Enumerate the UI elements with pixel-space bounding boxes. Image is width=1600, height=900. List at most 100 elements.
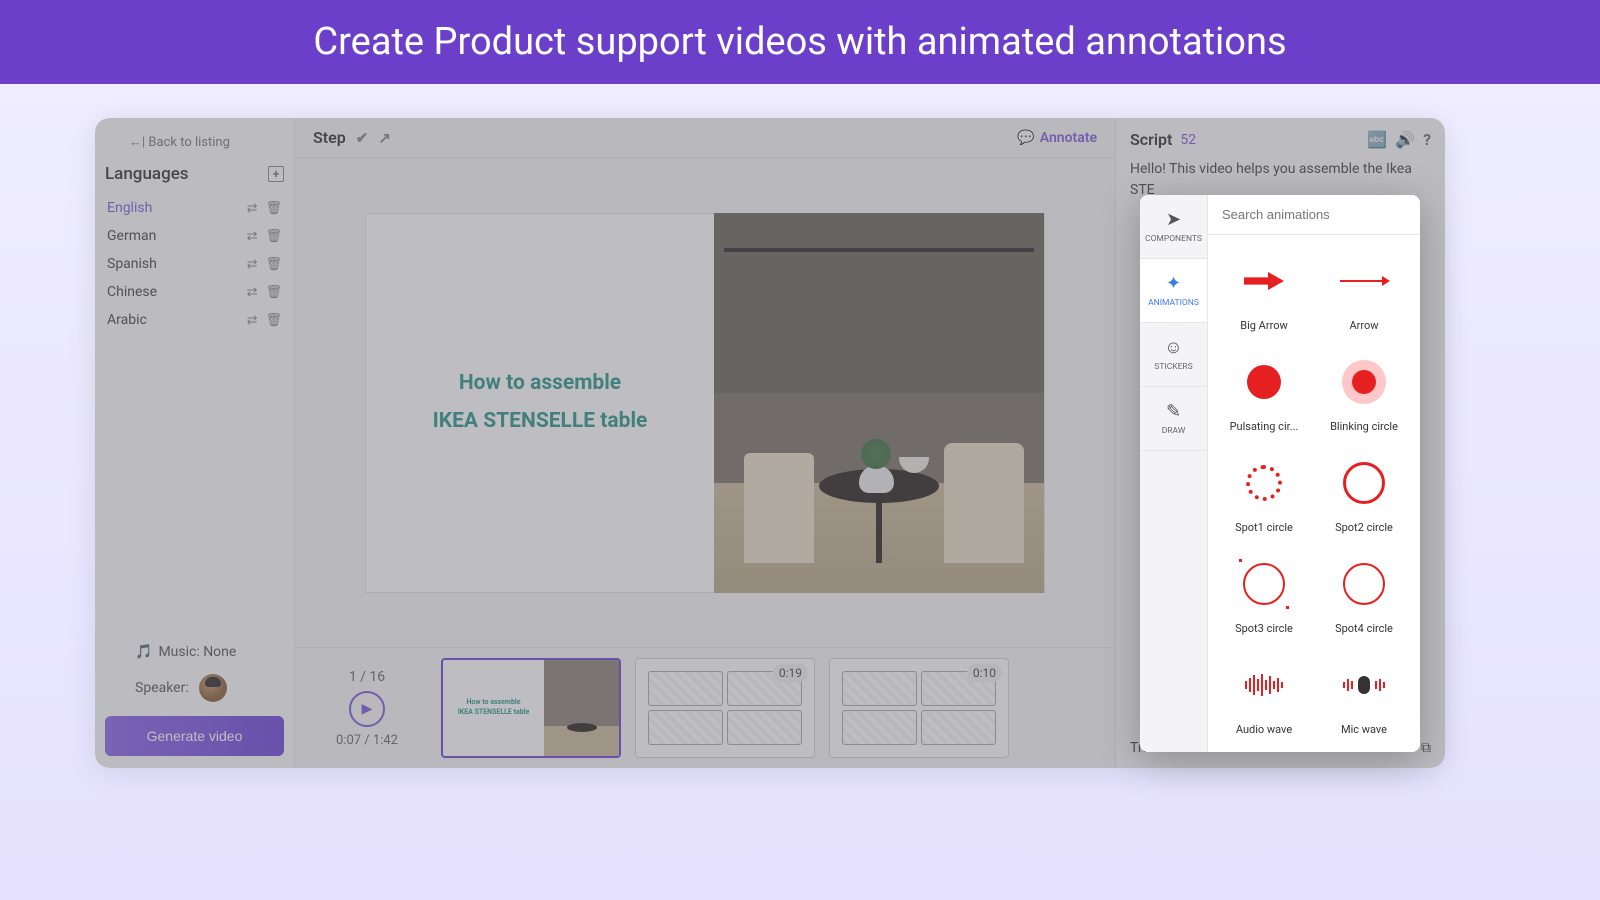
spot2-circle-icon xyxy=(1343,462,1385,504)
sound-icon[interactable]: 🔊 xyxy=(1395,130,1415,149)
annotate-label: Annotate xyxy=(1040,130,1097,146)
annotation-spot1-circle[interactable]: Spot1 circle xyxy=(1216,445,1312,542)
translate-icon[interactable]: ⇄ xyxy=(247,229,258,244)
annotation-audio-wave[interactable]: Audio wave xyxy=(1216,647,1312,744)
translate-icon[interactable]: ⇄ xyxy=(247,285,258,300)
tab-components[interactable]: ➤ COMPONENTS xyxy=(1140,195,1207,259)
trash-icon[interactable]: 🗑 xyxy=(265,257,282,272)
timeline-thumb-2[interactable]: 0:19 xyxy=(635,658,815,758)
pen-icon: ✎ xyxy=(1144,401,1203,422)
banner-title: Create Product support videos with anima… xyxy=(313,20,1286,64)
timeline-thumb-3[interactable]: 0:10 xyxy=(829,658,1009,758)
annotation-label: Mic wave xyxy=(1341,723,1387,736)
time-display: 0:07 / 1:42 xyxy=(307,733,427,748)
tab-stickers[interactable]: ☺ STICKERS xyxy=(1140,323,1207,387)
trash-icon[interactable]: 🗑 xyxy=(265,229,282,244)
translate-icon[interactable]: 🔤 xyxy=(1367,130,1387,149)
annotations-panel: ➤ COMPONENTS ✦ ANIMATIONS ☺ STICKERS ✎ D… xyxy=(1140,195,1420,752)
language-label: Spanish xyxy=(107,256,157,272)
thumb-duration: 0:10 xyxy=(967,664,1002,682)
cursor-icon: ➤ xyxy=(1144,209,1203,230)
annotation-big-arrow[interactable]: Big Arrow xyxy=(1216,243,1312,340)
generate-video-button[interactable]: Generate video xyxy=(105,716,284,756)
smile-icon: ☺ xyxy=(1144,337,1203,358)
language-item-german[interactable]: German ⇄ 🗑 xyxy=(105,222,284,250)
annotations-grid: Big Arrow Arrow Pulsating cir... Blinkin… xyxy=(1208,235,1420,752)
trash-icon[interactable]: 🗑 xyxy=(265,313,282,328)
translate-icon[interactable]: ⇄ xyxy=(247,257,258,272)
tab-label: COMPONENTS xyxy=(1145,234,1202,244)
annotations-tabs: ➤ COMPONENTS ✦ ANIMATIONS ☺ STICKERS ✎ D… xyxy=(1140,195,1208,752)
language-label: Chinese xyxy=(107,284,157,300)
tab-animations[interactable]: ✦ ANIMATIONS xyxy=(1140,259,1207,323)
annotation-spot2-circle[interactable]: Spot2 circle xyxy=(1316,445,1412,542)
spot3-circle-icon xyxy=(1243,563,1285,605)
music-selector[interactable]: 🎵 Music: None xyxy=(135,644,284,660)
trash-icon[interactable]: 🗑 xyxy=(265,201,282,216)
language-item-chinese[interactable]: Chinese ⇄ 🗑 xyxy=(105,278,284,306)
annotation-label: Blinking circle xyxy=(1330,420,1398,433)
help-icon[interactable]: ? xyxy=(1423,130,1431,149)
language-label: English xyxy=(107,200,152,216)
language-item-spanish[interactable]: Spanish ⇄ 🗑 xyxy=(105,250,284,278)
copy-icon[interactable]: ⧉ xyxy=(1421,740,1431,756)
sparkle-icon: ✦ xyxy=(1144,273,1203,294)
language-label: German xyxy=(107,228,156,244)
speaker-label: Speaker: xyxy=(135,680,189,696)
language-label: Arabic xyxy=(107,312,147,328)
annotation-label: Arrow xyxy=(1349,319,1378,332)
tab-label: DRAW xyxy=(1162,426,1186,436)
promo-banner: Create Product support videos with anima… xyxy=(0,0,1600,84)
annotate-button[interactable]: 💬 Annotate xyxy=(1017,130,1097,146)
language-item-arabic[interactable]: Arabic ⇄ 🗑 xyxy=(105,306,284,334)
tab-draw[interactable]: ✎ DRAW xyxy=(1140,387,1207,451)
annotation-spot4-circle[interactable]: Spot4 circle xyxy=(1316,546,1412,643)
main-area: Step ✔︎ ↗ 💬 Annotate How to assemble IKE… xyxy=(295,118,1115,768)
back-to-listing-link[interactable]: Back to listing xyxy=(129,134,284,150)
avatar xyxy=(199,674,227,702)
play-button[interactable]: ▶ xyxy=(349,691,385,727)
timeline-thumb-1[interactable]: 0:07 How to assembleIKEA STENSELLE table xyxy=(441,658,621,758)
script-char-count: 52 xyxy=(1180,132,1196,148)
search-input[interactable] xyxy=(1208,195,1420,235)
annotation-pulsating-circle[interactable]: Pulsating cir... xyxy=(1216,344,1312,441)
speaker-selector[interactable]: Speaker: xyxy=(135,674,284,702)
trash-icon[interactable]: 🗑 xyxy=(265,285,282,300)
annotation-mic-wave[interactable]: Mic wave xyxy=(1316,647,1412,744)
annotation-arrow[interactable]: Arrow xyxy=(1316,243,1412,340)
tab-label: ANIMATIONS xyxy=(1148,298,1199,308)
canvas-area: How to assemble IKEA STENSELLE table xyxy=(295,158,1115,647)
timeline: 1 / 16 ▶ 0:07 / 1:42 0:07 How to assembl… xyxy=(295,647,1115,768)
translate-icon[interactable]: ⇄ xyxy=(247,313,258,328)
script-title: Script xyxy=(1130,130,1172,149)
annotate-icon: 💬 xyxy=(1017,130,1034,146)
thumb-duration: 0:19 xyxy=(773,664,808,682)
annotation-blinking-circle[interactable]: Blinking circle xyxy=(1316,344,1412,441)
step-counter: 1 / 16 xyxy=(307,669,427,685)
languages-title: Languages xyxy=(105,164,189,184)
blinking-circle-icon xyxy=(1342,360,1386,404)
annotation-spot3-circle[interactable]: Spot3 circle xyxy=(1216,546,1312,643)
slide-line2: IKEA STENSELLE table xyxy=(386,403,694,441)
step-label: Step xyxy=(313,128,346,147)
external-link-icon[interactable]: ↗ xyxy=(378,129,391,147)
spot4-circle-icon xyxy=(1343,563,1385,605)
slide-line1: How to assemble xyxy=(386,365,694,403)
annotation-label: Audio wave xyxy=(1236,723,1292,736)
add-language-button[interactable]: + xyxy=(268,166,284,182)
step-header: Step ✔︎ ↗ 💬 Annotate xyxy=(295,118,1115,158)
slide-canvas[interactable]: How to assemble IKEA STENSELLE table xyxy=(365,213,1045,593)
timeline-controls: 1 / 16 ▶ 0:07 / 1:42 xyxy=(307,669,427,748)
annotation-label: Big Arrow xyxy=(1240,319,1288,332)
sidebar: Back to listing Languages + English ⇄ 🗑 … xyxy=(95,118,295,768)
language-item-english[interactable]: English ⇄ 🗑 xyxy=(105,194,284,222)
arrow-icon xyxy=(1340,280,1388,282)
music-label: Music: None xyxy=(158,644,236,660)
slide-image xyxy=(714,213,1044,593)
annotation-label: Spot2 circle xyxy=(1335,521,1393,534)
languages-header: Languages + xyxy=(105,164,284,184)
mic-wave-icon xyxy=(1343,676,1385,694)
annotation-label: Pulsating cir... xyxy=(1230,420,1299,433)
check-icon[interactable]: ✔︎ xyxy=(356,129,369,147)
translate-icon[interactable]: ⇄ xyxy=(247,201,258,216)
